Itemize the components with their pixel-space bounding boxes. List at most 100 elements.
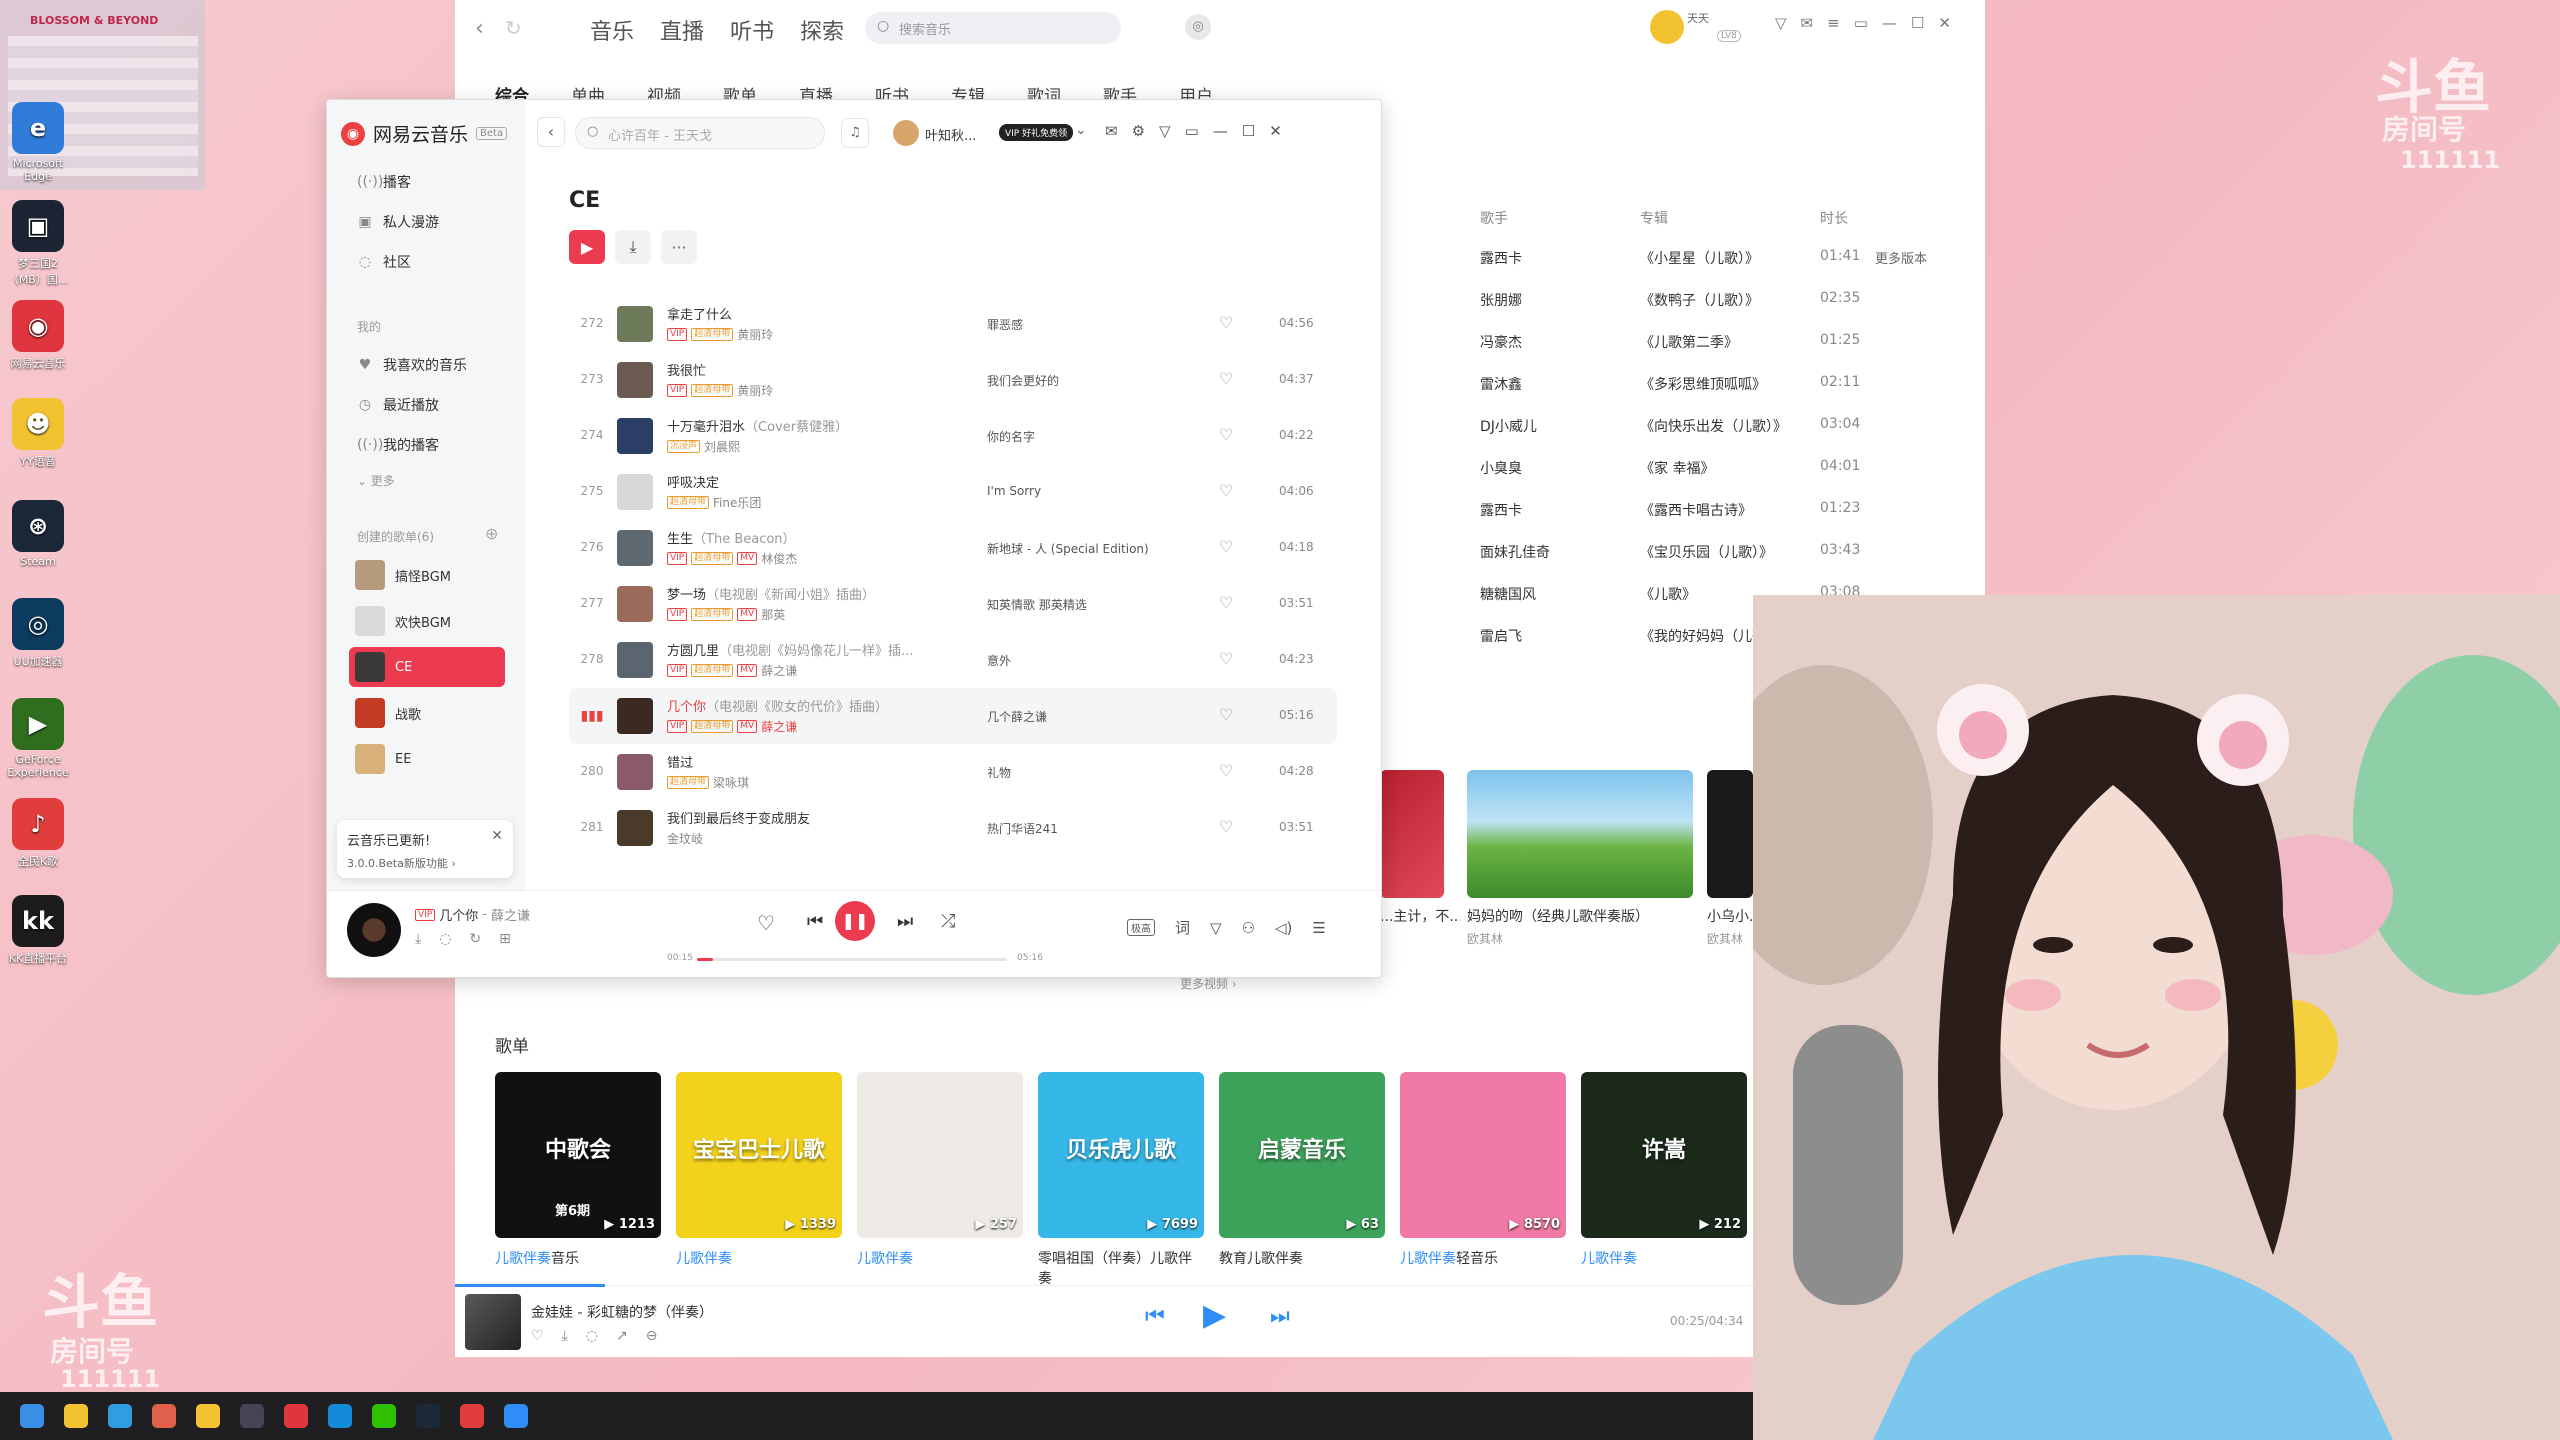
heart-icon[interactable]: ♡ xyxy=(1219,649,1233,668)
row-album[interactable]: 《多彩思维顶呱呱》 xyxy=(1640,374,1766,394)
kugou-now-playing-title[interactable]: 金娃娃 - 彩虹糖的梦（伴奏） xyxy=(531,1302,713,1322)
song-cover[interactable] xyxy=(617,530,653,566)
playlist-cover[interactable]: 中歌会 第6期 ▶ 1213 xyxy=(495,1072,661,1238)
song-artist[interactable]: 黄丽玲 xyxy=(737,382,773,399)
listen-together-icon[interactable]: ⚇ xyxy=(1242,919,1255,937)
mic-icon[interactable]: ◎ xyxy=(1185,14,1211,40)
playlist-cover[interactable]: 许嵩 ▶ 212 xyxy=(1581,1072,1747,1238)
row-singer[interactable]: 面妹孔佳奇 xyxy=(1480,542,1550,562)
playlist-card[interactable]: 宝宝巴士儿歌 ▶ 1339 儿歌伴奏 xyxy=(676,1072,842,1268)
kugou-icon[interactable] xyxy=(460,1404,484,1428)
song-artist[interactable]: Fine乐团 xyxy=(713,494,761,511)
avatar[interactable] xyxy=(893,120,919,146)
song-title[interactable]: 我很忙 xyxy=(667,360,706,379)
desktop-icon[interactable]: ▶ GeForce Experience xyxy=(6,698,70,779)
video-cover[interactable] xyxy=(1467,770,1693,898)
song-title[interactable]: 生生（The Beacon） xyxy=(667,528,796,547)
playlist-card[interactable]: 启蒙音乐 ▶ 63 教育儿歌伴奏 xyxy=(1219,1072,1385,1268)
playlist-name[interactable]: 儿歌伴奏 xyxy=(676,1248,842,1268)
mini-mode-icon[interactable]: ▭ xyxy=(1185,122,1199,140)
song-title[interactable]: 十万毫升泪水（Cover蔡健雅） xyxy=(667,416,848,435)
song-artist[interactable]: 金玟岐 xyxy=(667,830,703,847)
song-row[interactable]: 277 梦一场（电视剧《新闻小姐》插曲） VIP 超清母带 MV 那英 知英情歌 那英精选 ♡… xyxy=(569,576,1337,632)
kugou-search-input[interactable]: ○ 搜索音乐 xyxy=(865,12,1121,44)
kugou-nav-live[interactable]: 直播 xyxy=(660,14,704,46)
song-row[interactable]: 272 拿走了什么 VIP 超清母带 黄丽玲 罪恶感 ♡ 04:56 xyxy=(569,296,1337,352)
download-icon[interactable]: ⤓ xyxy=(415,931,421,947)
sidebar-item[interactable]: ((·)) 我的播客 xyxy=(357,435,439,455)
video-cover[interactable] xyxy=(1380,770,1444,898)
now-playing-artist[interactable]: 薛之谦 xyxy=(491,905,530,924)
netease-user-name[interactable]: 叶知秋... xyxy=(925,125,976,144)
toast-sub[interactable]: 3.0.0.Beta新版功能 › xyxy=(347,855,503,871)
song-cover[interactable] xyxy=(617,362,653,398)
sidebar-item[interactable]: ◌ 社区 xyxy=(357,252,411,272)
now-playing-cover[interactable] xyxy=(347,903,401,957)
created-playlists-label[interactable]: 创建的歌单(6) xyxy=(357,528,434,545)
kugou-progress-fill[interactable] xyxy=(455,1284,605,1287)
wechat-icon[interactable] xyxy=(372,1404,396,1428)
sidebar-playlist-item[interactable]: 搞怪BGM xyxy=(349,555,505,595)
progress-bar[interactable] xyxy=(697,958,1007,961)
kugou-nav-music[interactable]: 音乐 xyxy=(590,14,634,46)
back-icon[interactable]: ‹ xyxy=(475,16,484,41)
sidebar-playlist-item[interactable]: EE xyxy=(349,739,505,779)
game-app-icon[interactable] xyxy=(152,1404,176,1428)
playlist-card[interactable]: ▶ 8570 儿歌伴奏轻音乐 xyxy=(1400,1072,1566,1268)
playlist-queue-icon[interactable]: ☰ xyxy=(1312,919,1325,937)
shuffle-icon[interactable]: ⤮ xyxy=(941,911,955,932)
heart-icon[interactable]: ♡ xyxy=(1219,481,1233,500)
video-card[interactable]: 小乌小... 欧其林 xyxy=(1707,770,1753,947)
prev-icon[interactable]: ⏮ xyxy=(1145,1304,1165,1329)
song-title[interactable]: 呼吸决定 xyxy=(667,472,719,491)
heart-icon[interactable]: ♡ xyxy=(1219,313,1233,332)
row-album[interactable]: 《家 幸福》 xyxy=(1640,458,1714,478)
song-album[interactable]: I'm Sorry xyxy=(987,484,1041,498)
more-versions-link[interactable]: 更多版本 xyxy=(1875,248,1927,267)
table-row[interactable]: 面妹孔佳奇 《宝贝乐园（儿歌）》 03:43 xyxy=(1475,542,1975,584)
sidebar-item[interactable]: ♥ 我喜欢的音乐 xyxy=(357,355,467,375)
song-row[interactable]: 273 我很忙 VIP 超清母带 黄丽玲 我们会更好的 ♡ 04:37 xyxy=(569,352,1337,408)
song-artist[interactable]: 薛之谦 xyxy=(761,718,797,735)
song-row[interactable]: ▮▮▮ 几个你（电视剧《败女的代价》插曲） VIP 超清母带 MV 薛之谦 几个薛之谦 ♡ 05… xyxy=(569,688,1337,744)
desktop-icon[interactable]: ◎ UU加速器 xyxy=(6,598,70,669)
sidebar-playlist-item[interactable]: 战歌 xyxy=(349,693,505,733)
song-row[interactable]: 278 方圆几里（电视剧《妈妈像花儿一样》插... VIP 超清母带 MV 薛之谦 意外 ♡ 0… xyxy=(569,632,1337,688)
netease-search-input[interactable]: ○ 心许百年 - 王天戈 xyxy=(575,117,825,149)
close-icon[interactable]: ✕ xyxy=(491,828,503,844)
row-singer[interactable]: 糖糖国风 xyxy=(1480,584,1536,604)
row-album[interactable]: 《宝贝乐园（儿歌）》 xyxy=(1640,542,1773,562)
more-toggle[interactable]: ⌄ 更多 xyxy=(357,472,395,489)
song-cover[interactable] xyxy=(617,698,653,734)
download-button[interactable]: ⤓ xyxy=(615,230,651,264)
playlist-card[interactable]: ▶ 257 儿歌伴奏 xyxy=(857,1072,1023,1268)
volume-icon[interactable]: ◁) xyxy=(1275,919,1292,937)
yy-icon[interactable] xyxy=(196,1404,220,1428)
song-artist[interactable]: 黄丽玲 xyxy=(737,326,773,343)
edge-browser-icon[interactable] xyxy=(108,1404,132,1428)
heart-icon[interactable]: ♡ xyxy=(757,911,775,935)
song-artist[interactable]: 那英 xyxy=(761,606,785,623)
table-row[interactable]: 雷沐鑫 《多彩思维顶呱呱》 02:11 xyxy=(1475,374,1975,416)
play-icon[interactable]: ▶ xyxy=(1203,1298,1226,1333)
row-album[interactable]: 《向快乐出发（儿歌）》 xyxy=(1640,416,1787,436)
menu-icon[interactable]: ≡ xyxy=(1827,14,1840,32)
now-playing-title[interactable]: 几个你 xyxy=(439,905,478,924)
playlist-cover[interactable]: ▶ 257 xyxy=(857,1072,1023,1238)
row-singer[interactable]: DJ小威儿 xyxy=(1480,416,1537,436)
vip-badge[interactable]: VIP 好礼免费领 xyxy=(999,124,1074,141)
comment-icon[interactable]: ◌ xyxy=(586,1328,598,1344)
avatar[interactable] xyxy=(1650,10,1684,44)
more-button[interactable]: ··· xyxy=(661,230,697,264)
close-icon[interactable]: ✕ xyxy=(1938,14,1951,32)
song-row[interactable]: 275 呼吸决定 超清母带 Fine乐团 I'm Sorry ♡ 04:06 xyxy=(569,464,1337,520)
kugou-nav-audiobook[interactable]: 听书 xyxy=(730,14,774,46)
lyrics-icon[interactable]: 词 xyxy=(1175,917,1190,938)
sidebar-item[interactable]: ▣ 私人漫游 xyxy=(357,212,439,232)
sidebar-playlist-item[interactable]: CE xyxy=(349,647,505,687)
row-album[interactable]: 《儿歌》 xyxy=(1640,584,1696,604)
row-album[interactable]: 《露西卡唱古诗》 xyxy=(1640,500,1752,520)
heart-icon[interactable]: ♡ xyxy=(1219,369,1233,388)
quality-button[interactable]: 极高 xyxy=(1127,919,1155,936)
row-album[interactable]: 《儿歌第二季》 xyxy=(1640,332,1738,352)
